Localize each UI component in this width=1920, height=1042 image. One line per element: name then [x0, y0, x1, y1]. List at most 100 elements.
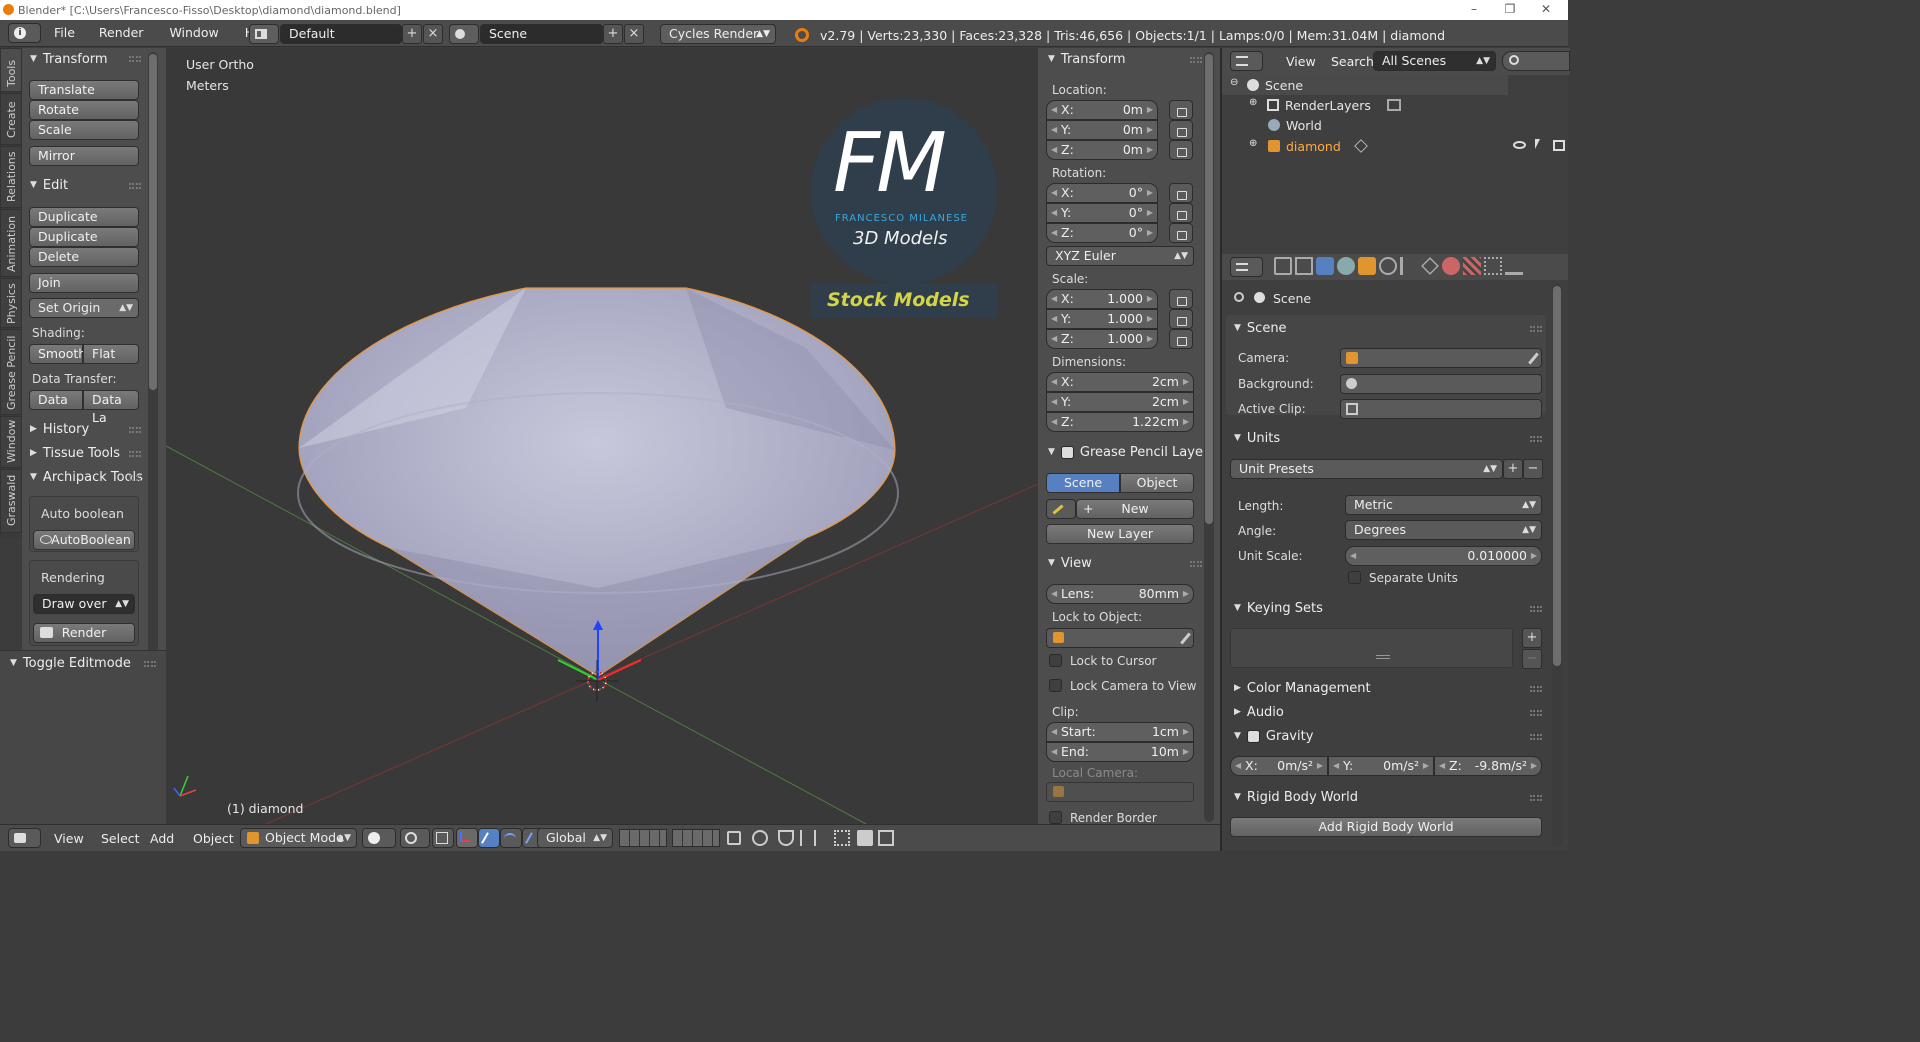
data-layers-button[interactable]: Data La: [83, 390, 139, 425]
delete-button[interactable]: Delete: [29, 247, 139, 267]
join-button[interactable]: Join: [29, 273, 139, 293]
render-button[interactable]: Render: [33, 623, 135, 643]
angle-unit-dropdown[interactable]: Degrees ▲▼: [1345, 520, 1542, 540]
lens-field[interactable]: ◀ Lens: 80mm ▶: [1046, 584, 1194, 604]
snap-element-icon[interactable]: [800, 830, 816, 846]
flat-shading-button[interactable]: Flat: [83, 344, 139, 364]
duplicate-button[interactable]: Duplicate: [29, 207, 139, 227]
lock-icon[interactable]: [1169, 309, 1193, 329]
add-rigid-body-world-button[interactable]: Add Rigid Body World: [1230, 817, 1542, 837]
tab-animation[interactable]: Animation: [0, 209, 22, 277]
lock-layers-icon[interactable]: [727, 831, 741, 845]
set-origin-dropdown[interactable]: Set Origin ▲▼: [29, 298, 139, 318]
layout-icon-button[interactable]: [249, 24, 279, 44]
editor-type-outliner-button[interactable]: [1230, 51, 1263, 71]
rigid-body-world-panel-header[interactable]: ▼ Rigid Body World: [1234, 786, 1358, 808]
active-clip-field[interactable]: [1340, 399, 1542, 419]
scale-y-field[interactable]: ◀ Y: 1.000 ▶: [1046, 309, 1158, 329]
duplicate-linked-button[interactable]: Duplicate Linked: [29, 227, 139, 262]
properties-scrollbar[interactable]: [1204, 52, 1214, 822]
scrollbar-thumb[interactable]: [1553, 286, 1561, 666]
menu-window[interactable]: Window: [160, 25, 227, 40]
tab-relations[interactable]: Relations: [0, 146, 22, 208]
gravity-y-field[interactable]: ◀ Y: 0m/s² ▶: [1328, 756, 1434, 776]
archipack-panel-header[interactable]: ▼ Archipack Tools: [30, 466, 143, 488]
snap-target-icon[interactable]: [834, 830, 850, 846]
rotation-mode-dropdown[interactable]: XYZ Euler ▲▼: [1046, 246, 1194, 266]
separate-units-checkbox[interactable]: [1348, 571, 1361, 584]
transform-props-header[interactable]: ▼ Transform: [1048, 48, 1126, 70]
scene-icon-button[interactable]: [449, 24, 479, 44]
grease-pencil-layer-header[interactable]: ▼ Grease Pencil Layer: [1048, 441, 1208, 463]
scrollbar-thumb[interactable]: [1205, 54, 1213, 524]
scale-x-field[interactable]: ◀ X: 1.000 ▶: [1046, 289, 1158, 309]
pivot-point-dropdown[interactable]: [400, 828, 430, 848]
pin-icon[interactable]: [1234, 292, 1244, 302]
scene-panel-header[interactable]: ▼ Scene: [1234, 317, 1287, 339]
remove-layout-button[interactable]: ×: [423, 24, 443, 44]
gravity-x-field[interactable]: ◀ X: 0m/s² ▶: [1230, 756, 1328, 776]
render-engine-select[interactable]: Cycles Render ▲▼: [660, 24, 776, 44]
menu-add[interactable]: Add: [141, 831, 183, 846]
lock-icon[interactable]: [1169, 289, 1193, 309]
lock-icon[interactable]: [1169, 120, 1193, 140]
particles-tab-icon[interactable]: [1484, 257, 1502, 275]
menu-object[interactable]: Object: [184, 831, 243, 846]
lock-to-object-field[interactable]: [1046, 628, 1194, 648]
rotate-button[interactable]: Rotate: [29, 100, 139, 120]
camera-field[interactable]: [1340, 348, 1542, 368]
view-panel-header[interactable]: ▼ View: [1048, 552, 1092, 574]
translate-manipulator[interactable]: [456, 828, 478, 848]
rotation-x-field[interactable]: ◀ X: 0° ▶: [1046, 183, 1158, 203]
audio-panel-header[interactable]: ▶ Audio: [1234, 701, 1284, 723]
data-tab-icon[interactable]: [1421, 257, 1439, 275]
outliner-search-input[interactable]: [1502, 51, 1570, 71]
toolshelf-scrollbar[interactable]: [148, 52, 158, 692]
new-layer-button[interactable]: New Layer: [1046, 524, 1194, 544]
expand-icon[interactable]: ⊕: [1249, 138, 1257, 149]
gp-data-browse[interactable]: [1046, 499, 1076, 519]
rotation-y-field[interactable]: ◀ Y: 0° ▶: [1046, 203, 1158, 223]
snap-icon[interactable]: [778, 830, 794, 846]
menu-view[interactable]: View: [45, 831, 93, 846]
smooth-shading-button[interactable]: Smooth: [29, 344, 86, 364]
render-layers-tab-icon[interactable]: [1295, 257, 1313, 275]
lock-icon[interactable]: [1169, 203, 1193, 223]
location-z-field[interactable]: ◀ Z: 0m ▶: [1046, 140, 1158, 160]
edit-panel-header[interactable]: ▼ Edit: [30, 174, 68, 196]
constraints-tab-icon[interactable]: [1379, 257, 1397, 275]
keying-sets-panel-header[interactable]: ▼ Keying Sets: [1234, 597, 1323, 619]
length-unit-dropdown[interactable]: Metric ▲▼: [1345, 495, 1542, 515]
outliner-menu-view[interactable]: View: [1277, 54, 1325, 69]
lock-camera-checkbox[interactable]: [1049, 679, 1062, 692]
color-management-panel-header[interactable]: ▶ Color Management: [1234, 677, 1371, 699]
properties-editor-scrollbar[interactable]: [1552, 284, 1562, 846]
data-transfer-button[interactable]: Data: [29, 390, 83, 410]
gravity-panel-header[interactable]: ▼ Gravity: [1234, 725, 1313, 747]
arc-manipulator[interactable]: [500, 828, 522, 848]
menu-render[interactable]: Render: [90, 25, 153, 40]
editor-type-3d-button[interactable]: [8, 828, 41, 848]
object-tab-icon[interactable]: [1358, 257, 1376, 275]
draw-over-dropdown[interactable]: Draw over ▲▼: [33, 594, 135, 614]
background-field[interactable]: [1340, 374, 1542, 394]
outliner-row-world[interactable]: World: [1222, 115, 1570, 135]
menu-file[interactable]: File: [45, 25, 84, 40]
transform-orientation-dropdown[interactable]: Global ▲▼: [537, 828, 613, 848]
scene-field[interactable]: Scene: [480, 24, 603, 44]
object-mode-dropdown[interactable]: Object Mode ▲▼: [240, 828, 357, 848]
opengl-animation-icon[interactable]: [878, 830, 894, 846]
rotation-z-field[interactable]: ◀ Z: 0° ▶: [1046, 223, 1158, 243]
editor-type-info-button[interactable]: i: [8, 23, 41, 43]
gp-new-button[interactable]: + New: [1076, 499, 1194, 519]
dimension-z-field[interactable]: ◀ Z: 1.22cm ▶: [1046, 412, 1194, 432]
dimension-y-field[interactable]: ◀ Y: 2cm ▶: [1046, 392, 1194, 412]
expand-icon[interactable]: ⊖: [1230, 77, 1238, 88]
lock-icon[interactable]: [1169, 329, 1193, 349]
material-tab-icon[interactable]: [1442, 257, 1460, 275]
lock-icon[interactable]: [1169, 140, 1193, 160]
tab-grease-pencil[interactable]: Grease Pencil: [0, 329, 22, 415]
screen-layout-field[interactable]: Default: [280, 24, 402, 44]
outliner-row-renderlayers[interactable]: ⊕ RenderLayers: [1222, 95, 1570, 115]
location-x-field[interactable]: ◀ X: 0m ▶: [1046, 100, 1158, 120]
